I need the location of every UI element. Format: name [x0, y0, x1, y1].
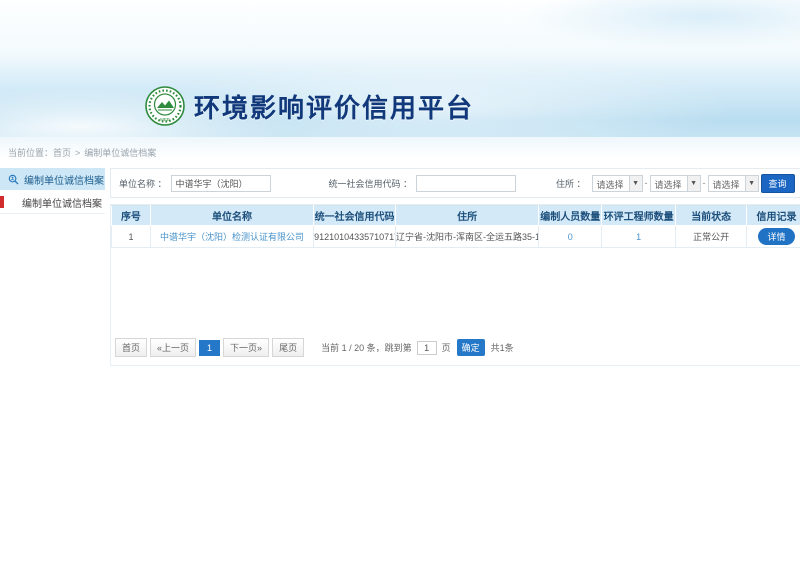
cell-index: 1 — [112, 226, 151, 248]
unit-name-input[interactable] — [171, 175, 271, 192]
search-form: 单位名称 ： 统一社会信用代码 ： 住所 ： 请选择 ▼ - 请选择 ▼ - 请… — [110, 168, 800, 198]
cell-status: 正常公开 — [675, 226, 747, 248]
sidebar-item-label: 编制单位诚信档案 — [22, 195, 102, 210]
chevron-down-icon: ▼ — [687, 176, 700, 191]
col-header-staff-count: 编制人员数量 — [539, 206, 602, 226]
cell-credit-code: 91210104335710717K — [314, 226, 396, 248]
breadcrumb-separator: > — [75, 148, 80, 158]
breadcrumb-current: 编制单位诚信档案 — [84, 148, 156, 158]
next-page-button[interactable]: 下一页» — [223, 338, 269, 357]
col-header-index: 序号 — [112, 206, 151, 226]
sidebar-header-label: 编制单位诚信档案 — [24, 172, 104, 187]
breadcrumb: 当前位置：首页 > 编制单位诚信档案 — [0, 137, 800, 165]
address-label: 住所 ： — [556, 177, 586, 190]
last-page-button[interactable]: 尾页 — [272, 338, 304, 357]
page-jump-input[interactable] — [417, 341, 437, 355]
col-header-engineer-count: 环评工程师数量 — [602, 206, 676, 226]
staff-count-link[interactable]: 0 — [568, 232, 573, 242]
content-area: 编制单位诚信档案 编制单位诚信档案 单位名称 ： 统一社会信用代码 ： 住所 ：… — [0, 168, 800, 366]
col-header-address: 住所 — [396, 206, 539, 226]
detail-button[interactable]: 详情 — [758, 228, 794, 245]
breadcrumb-home-link[interactable]: 首页 — [53, 148, 71, 158]
brand: MEE 环境影响评价信用平台 — [145, 86, 474, 126]
prev-page-button[interactable]: «上一页 — [150, 338, 196, 357]
unit-name-label: 单位名称 ： — [119, 177, 167, 190]
address-select-province[interactable]: 请选择 ▼ — [592, 175, 643, 192]
breadcrumb-prefix: 当前位置： — [8, 148, 53, 158]
total-records-label: 共1条 — [491, 341, 514, 354]
svg-text:MEE: MEE — [160, 117, 170, 122]
cell-address: 辽宁省-沈阳市-浑南区-全运五路35-1号楼902 — [396, 226, 539, 248]
select-separator: - — [703, 178, 706, 188]
credit-code-label: 统一社会信用代码 ： — [329, 177, 413, 190]
pagination-info: 当前 1 / 20 条，跳到第 — [321, 341, 412, 354]
col-header-credit-code: 统一社会信用代码 — [314, 206, 396, 226]
select-separator: - — [645, 178, 648, 188]
page-unit-label: 页 — [442, 341, 451, 354]
page-title: 环境影响评价信用平台 — [194, 88, 474, 125]
credit-code-input[interactable] — [416, 175, 516, 192]
main-panel: 单位名称 ： 统一社会信用代码 ： 住所 ： 请选择 ▼ - 请选择 ▼ - 请… — [110, 168, 800, 366]
district-select-value: 请选择 — [709, 176, 745, 191]
sidebar-item-archive[interactable]: 编制单位诚信档案 — [0, 191, 105, 214]
table-row: 1 中谱华宇（沈阳）检测认证有限公司 91210104335710717K 辽宁… — [112, 226, 800, 248]
sidebar: 编制单位诚信档案 编制单位诚信档案 — [0, 168, 105, 214]
chevron-down-icon: ▼ — [745, 176, 758, 191]
chevron-down-icon: ▼ — [629, 176, 642, 191]
table-header-row: 序号 单位名称 统一社会信用代码 住所 编制人员数量 环评工程师数量 当前状态 … — [112, 206, 800, 226]
banner: MEE 环境影响评价信用平台 — [0, 0, 800, 137]
col-header-credit-record: 信用记录 — [747, 206, 800, 226]
city-select-value: 请选择 — [651, 176, 687, 191]
address-select-district[interactable]: 请选择 ▼ — [708, 175, 759, 192]
address-select-city[interactable]: 请选择 ▼ — [650, 175, 701, 192]
sidebar-header-archive[interactable]: 编制单位诚信档案 — [0, 168, 105, 191]
results-table: 序号 单位名称 统一社会信用代码 住所 编制人员数量 环评工程师数量 当前状态 … — [111, 205, 800, 248]
query-button[interactable]: 查询 — [761, 174, 795, 193]
col-header-status: 当前状态 — [675, 206, 747, 226]
mee-logo-icon: MEE — [145, 86, 185, 126]
unit-name-link[interactable]: 中谱华宇（沈阳）检测认证有限公司 — [160, 232, 304, 242]
jump-confirm-button[interactable]: 确定 — [457, 339, 485, 356]
results-box: 序号 单位名称 统一社会信用代码 住所 编制人员数量 环评工程师数量 当前状态 … — [110, 204, 800, 366]
active-item-marker — [0, 196, 4, 208]
col-header-unit-name: 单位名称 — [150, 206, 313, 226]
person-search-icon — [8, 174, 19, 185]
engineer-count-link[interactable]: 1 — [636, 232, 641, 242]
current-page-button[interactable]: 1 — [199, 340, 220, 356]
first-page-button[interactable]: 首页 — [115, 338, 147, 357]
pagination: 首页 «上一页 1 下一页» 尾页 当前 1 / 20 条，跳到第 页 确定 共… — [111, 334, 800, 365]
province-select-value: 请选择 — [593, 176, 629, 191]
table-empty-area — [111, 248, 800, 334]
